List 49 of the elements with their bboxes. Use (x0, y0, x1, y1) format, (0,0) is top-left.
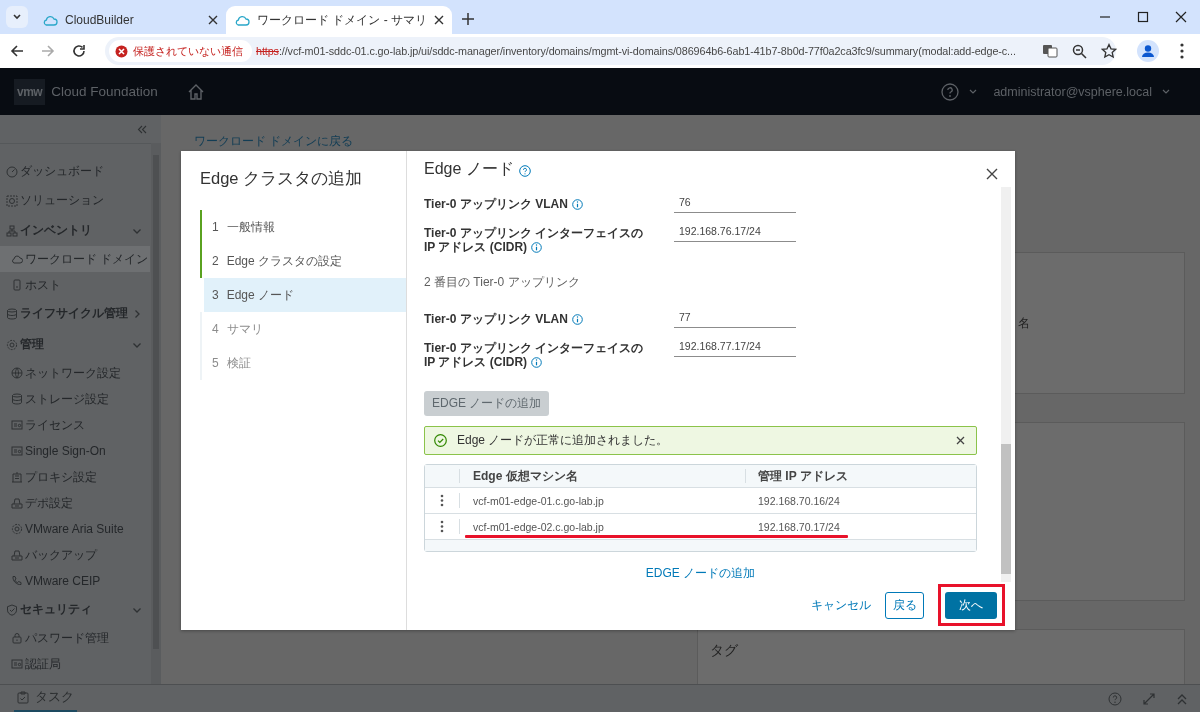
security-warning: 保護されていない通信 (133, 43, 243, 59)
tab-title: CloudBuilder (65, 13, 135, 27)
alert-message: Edge ノードが正常に追加されました。 (457, 432, 669, 449)
column-header: Edge 仮想マシン名 (460, 469, 746, 483)
address-field[interactable]: 保護されていない通信 https://vcf-m01-sddc-01.c.go-lab.jp/ui/sddc-manager/inventory/domains/mgmt-vi-domains/086964b6-6ab1-41b7-8b0d-77f0a2ca3fc9/summary(modal:add-edge-c... (105, 37, 1116, 65)
nav-item[interactable]: Single Sign-On (0, 438, 150, 464)
card-title: タグ (710, 642, 738, 660)
field-label: Tier-0 アップリンク VLAN (424, 312, 568, 326)
field-label: IP アドレス (CIDR) (424, 355, 528, 369)
input-field[interactable]: 76 (674, 196, 796, 213)
table-cell-text: vcf-m01-edge-01.c.go-lab.jp (472, 493, 605, 509)
back-button[interactable]: 戻る (885, 591, 924, 619)
cancel-button[interactable]: キャンセル (811, 596, 871, 614)
nav-item[interactable]: インベントリ (0, 215, 150, 246)
table-cell-text: 192.168.70.17/24 (757, 519, 840, 535)
field-label: Tier-0 アップリンク インターフェイスの (424, 341, 644, 355)
wizard-step[interactable]: 1 一般情報 (200, 210, 406, 244)
dialog-title: Edge クラスタの追加 (200, 168, 364, 189)
column-header: 管理 IP アドレス (757, 469, 848, 483)
next-button[interactable]: 次へ (945, 592, 997, 619)
input-field[interactable]: 77 (674, 311, 796, 328)
nav-item[interactable]: 管理 (0, 329, 150, 360)
field-label: Tier-0 アップリンク インターフェイスの (424, 226, 644, 240)
input-field[interactable]: 192.168.77.17/24 (674, 340, 796, 357)
user-menu[interactable]: administrator@vsphere.local (993, 84, 1152, 99)
browser-tab[interactable]: ワークロード ドメイン - サマリ (226, 6, 452, 34)
input-field[interactable]: 192.168.76.17/24 (674, 225, 796, 242)
url-text: https://vcf-m01-sddc-01.c.go-lab.jp/ui/sddc-manager/inventory/domains/mgmt-vi-domains/086964b6-6ab1-41b7-8b0d-77f0a2ca3fc9/summary(modal:add-edge-c... (256, 45, 1016, 57)
browser-tab[interactable]: CloudBuilder (34, 6, 226, 34)
product-name: Cloud Foundation (51, 84, 158, 99)
page-title: Edge ノード (424, 158, 514, 179)
nav-item[interactable]: セキュリティ (0, 594, 150, 625)
section-title: 2 番目の Tier-0 アップリンク (424, 274, 581, 291)
field-label: IP アドレス (CIDR) (424, 240, 528, 254)
nav-item[interactable]: VMware CEIP (0, 568, 150, 594)
table-cell-text: 192.168.70.16/24 (757, 493, 840, 509)
wizard-step[interactable]: 3 Edge ノード (204, 278, 406, 312)
wizard-step[interactable]: 5 検証 (200, 346, 406, 380)
vmw-logo: vmw (14, 78, 46, 105)
wizard-step[interactable]: 4 サマリ (200, 312, 406, 346)
nav-item[interactable]: ライフサイクル管理 (0, 298, 150, 329)
nav-item[interactable]: VMware Aria Suite (0, 516, 150, 542)
table-cell-text: vcf-m01-edge-02.c.go-lab.jp (472, 519, 605, 535)
field-label: Tier-0 アップリンク VLAN (424, 197, 568, 211)
back-link[interactable]: ワークロード ドメインに戻る (194, 133, 1200, 150)
tab-title: ワークロード ドメイン - サマリ (257, 11, 427, 29)
security-chip[interactable]: 保護されていない通信 (109, 40, 252, 62)
add-node-link[interactable]: EDGE ノードの追加 (645, 565, 756, 582)
card-label: 名 (1018, 315, 1030, 332)
